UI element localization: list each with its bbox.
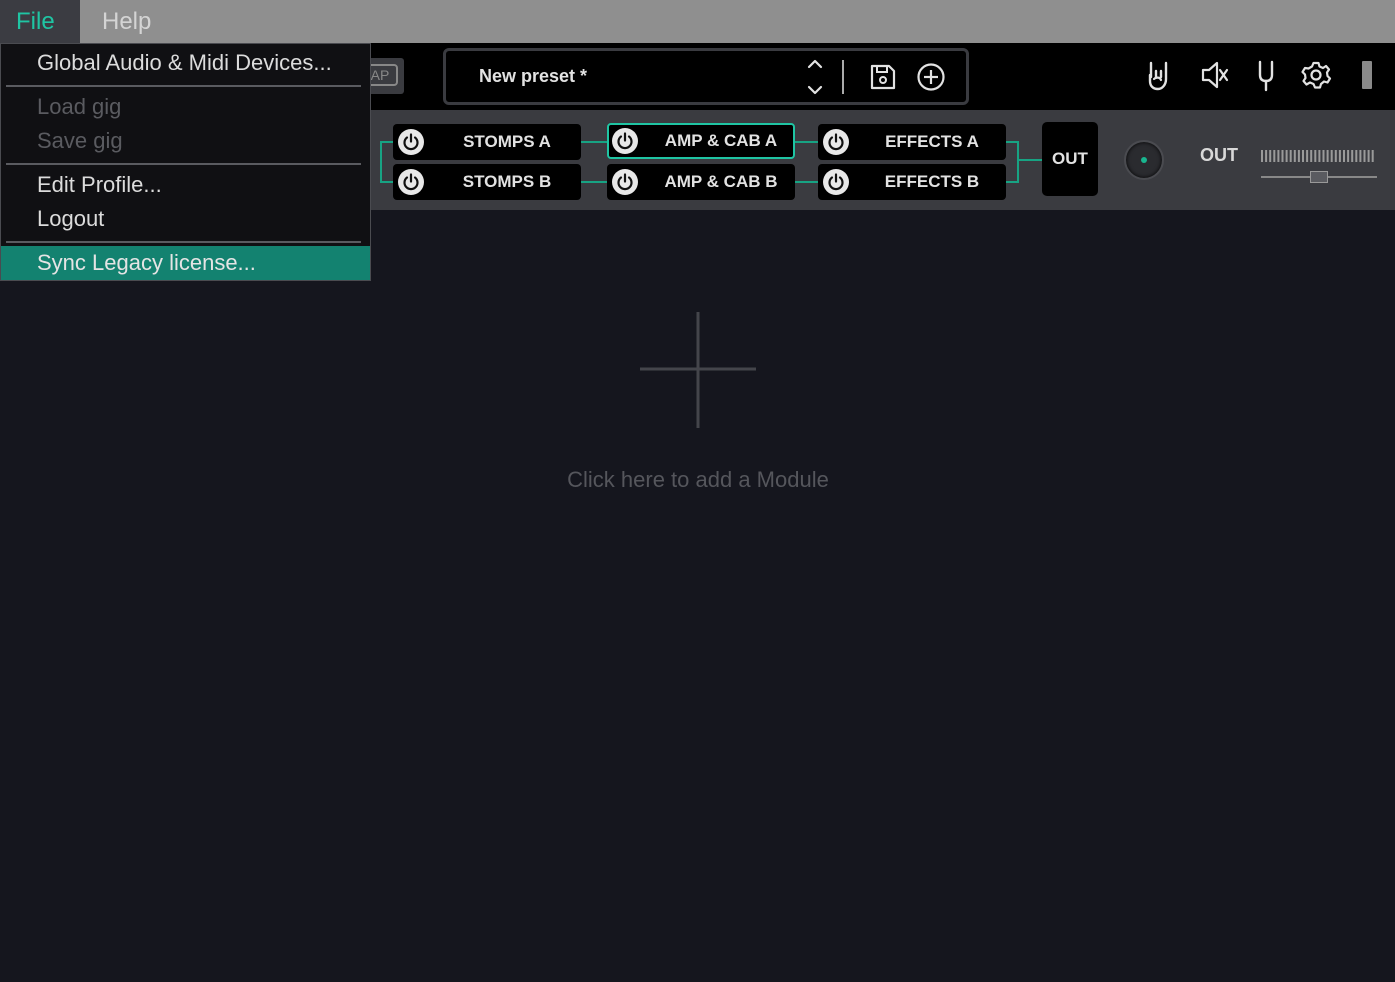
meter-tick: [1371, 150, 1374, 162]
app-window: File Help AP New preset * STOMPS A AMP &…: [0, 0, 1395, 982]
module-label: EFFECTS B: [884, 172, 980, 191]
meter-tick: [1322, 150, 1325, 162]
meter-tick: [1297, 150, 1300, 162]
module-effects-a[interactable]: EFFECTS A: [818, 124, 1006, 160]
chain-connector: [380, 141, 382, 183]
chain-connector: [380, 141, 394, 143]
meter-tick: [1318, 150, 1321, 162]
save-icon[interactable]: [868, 62, 898, 92]
module-label: STOMPS A: [463, 132, 551, 151]
chain-connector: [1017, 159, 1042, 161]
meter-tick: [1363, 150, 1366, 162]
module-stomps-b[interactable]: STOMPS B: [393, 164, 581, 200]
meter-tick: [1302, 150, 1304, 162]
module-amp-cab-a[interactable]: AMP & CAB A: [607, 123, 795, 159]
file-menu-dropdown: Global Audio & Midi Devices... Load gig …: [0, 43, 371, 281]
add-circle-icon[interactable]: [916, 62, 946, 92]
tuning-fork-icon[interactable]: [1250, 57, 1282, 93]
menu-item-sync-legacy-license[interactable]: Sync Legacy license...: [1, 246, 370, 280]
meter-tick: [1310, 150, 1313, 162]
module-label: EFFECTS A: [885, 132, 979, 151]
meter-tick: [1351, 150, 1354, 162]
power-icon[interactable]: [612, 128, 638, 154]
add-module-text[interactable]: Click here to add a Module: [540, 467, 856, 493]
meter-tick: [1314, 150, 1317, 162]
module-amp-cab-b[interactable]: AMP & CAB B: [607, 164, 795, 200]
chevron-up-down-icon[interactable]: [804, 57, 826, 97]
meter-tick: [1281, 150, 1284, 162]
menu-separator: [6, 85, 361, 87]
meter-tick: [1367, 150, 1370, 162]
meter-tick: [1355, 150, 1358, 162]
meter-tick: [1261, 150, 1263, 162]
power-icon[interactable]: [398, 129, 424, 155]
meter-tick: [1343, 150, 1345, 162]
meter-tick: [1306, 150, 1309, 162]
preset-selector[interactable]: New preset *: [443, 48, 969, 105]
output-knob[interactable]: [1124, 140, 1164, 180]
output-slider-thumb[interactable]: [1310, 171, 1328, 183]
meter-tick: [1277, 150, 1280, 162]
chain-connector: [794, 141, 819, 143]
module-label: AMP & CAB B: [664, 172, 778, 191]
module-label: STOMPS B: [462, 172, 552, 191]
menu-item-load-gig: Load gig: [37, 94, 122, 119]
menu-separator: [6, 163, 361, 165]
level-indicator: [1362, 61, 1372, 89]
knob-indicator: [1141, 157, 1147, 163]
output-module[interactable]: OUT: [1042, 122, 1098, 196]
help-menu-button[interactable]: Help: [86, 0, 167, 43]
output-level-label: OUT: [1200, 145, 1238, 165]
meter-tick: [1265, 150, 1268, 162]
meter-tick: [1285, 150, 1288, 162]
gear-icon[interactable]: [1300, 57, 1332, 93]
meter-tick: [1347, 150, 1350, 162]
power-icon[interactable]: [398, 169, 424, 195]
file-menu-button[interactable]: File: [0, 0, 80, 43]
menu-bar: File Help: [0, 0, 1395, 43]
chain-connector: [794, 181, 819, 183]
speaker-mute-icon[interactable]: [1198, 57, 1230, 93]
meter-tick: [1293, 150, 1296, 162]
menu-item-logout[interactable]: Logout: [1, 202, 370, 236]
add-module-area[interactable]: Click here to add a Module: [540, 300, 856, 510]
chain-connector: [1017, 141, 1019, 183]
output-meter: [1261, 150, 1374, 162]
meter-tick: [1289, 150, 1292, 162]
preset-divider: [842, 60, 844, 94]
meter-tick: [1330, 150, 1333, 162]
power-icon[interactable]: [823, 169, 849, 195]
power-icon[interactable]: [823, 129, 849, 155]
meter-tick: [1273, 150, 1276, 162]
menu-item-global-audio-midi[interactable]: Global Audio & Midi Devices...: [1, 46, 370, 80]
chain-connector: [580, 141, 608, 143]
preset-name[interactable]: New preset *: [479, 51, 587, 102]
rock-hand-icon[interactable]: [1144, 57, 1176, 93]
meter-tick: [1334, 150, 1337, 162]
module-stomps-a[interactable]: STOMPS A: [393, 124, 581, 160]
meter-tick: [1359, 150, 1362, 162]
power-icon[interactable]: [612, 169, 638, 195]
meter-tick: [1269, 150, 1272, 162]
module-label: AMP & CAB A: [664, 131, 778, 150]
module-effects-b[interactable]: EFFECTS B: [818, 164, 1006, 200]
chain-connector: [380, 181, 394, 183]
menu-separator: [6, 241, 361, 243]
meter-tick: [1338, 150, 1341, 162]
plus-icon[interactable]: [638, 310, 758, 430]
menu-item-edit-profile[interactable]: Edit Profile...: [1, 168, 370, 202]
menu-item-save-gig: Save gig: [37, 128, 123, 153]
meter-tick: [1326, 150, 1329, 162]
chain-connector: [580, 181, 608, 183]
